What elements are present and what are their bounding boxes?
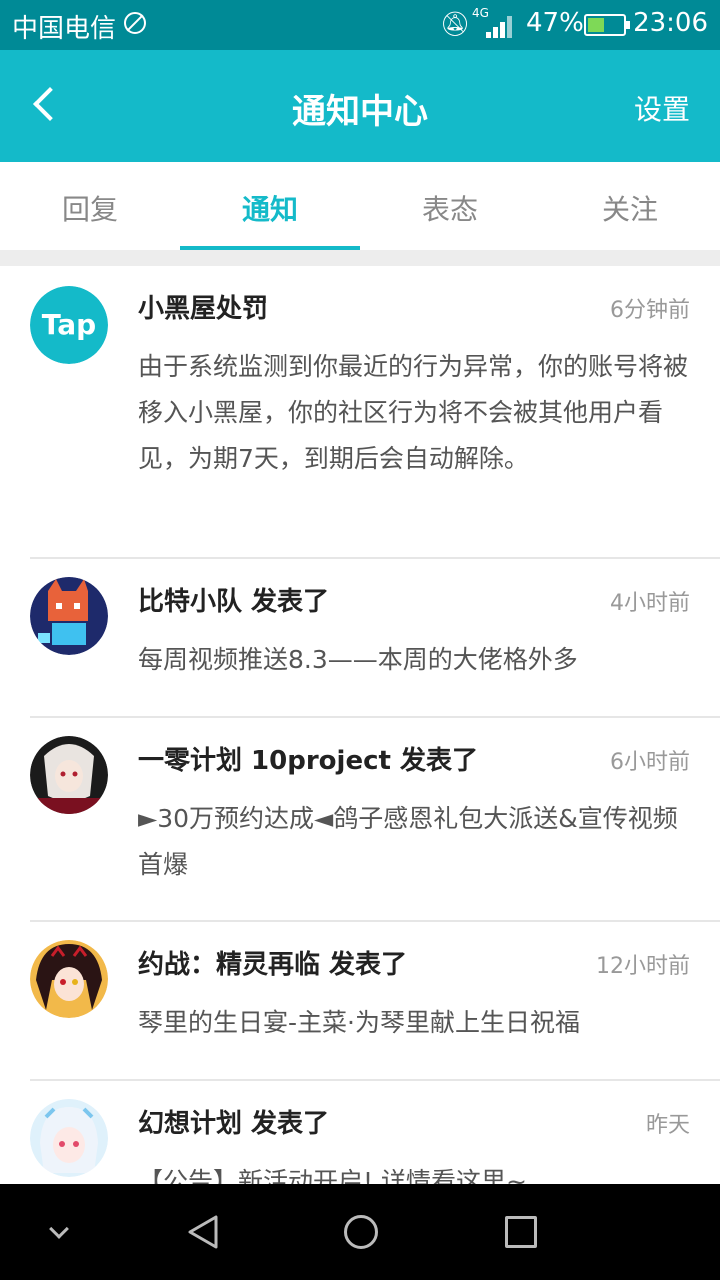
- tap-logo-avatar: Tap: [30, 286, 108, 364]
- notification-time: 昨天: [645, 1113, 690, 1138]
- recent-apps-square-icon[interactable]: [505, 1216, 537, 1248]
- tab-replies[interactable]: 回复: [0, 162, 180, 250]
- notification-time: 6小时前: [610, 750, 690, 775]
- tab-follows[interactable]: 关注: [540, 162, 720, 250]
- home-circle-icon[interactable]: [344, 1215, 378, 1249]
- clock: 23:06: [633, 8, 708, 38]
- battery-percentage: 47%: [526, 8, 584, 38]
- no-sim-icon: [124, 12, 146, 34]
- carrier-label: 中国电信: [12, 14, 117, 44]
- notification-title: 幻想计划 发表了: [138, 1109, 330, 1139]
- battery-icon: [584, 14, 630, 36]
- page-title: 通知中心: [292, 92, 428, 132]
- back-triangle-icon[interactable]: [186, 1214, 222, 1250]
- bit-squad-avatar: [30, 577, 108, 655]
- notification-body: 【公告】新活动开启! 详情看这里~: [138, 1167, 527, 1184]
- 10project-avatar: [30, 736, 108, 814]
- notification-body: ►30万预约达成◄鸽子感恩礼包大派送&宣传视频首爆: [138, 804, 678, 879]
- notification-body: 每周视频推送8.3——本周的大佬格外多: [138, 645, 578, 674]
- fantasy-plan-avatar: [30, 1099, 108, 1177]
- hide-nav-icon[interactable]: [49, 1219, 69, 1239]
- app-header: 通知中心 设置: [0, 50, 720, 162]
- battery-level-fill: [588, 18, 604, 32]
- notification-time: 4小时前: [610, 591, 690, 616]
- system-nav-bar: [0, 1184, 720, 1280]
- list-item[interactable]: 约战：精灵再临 发表了 12小时前 琴里的生日宴-主菜·为琴里献上生日祝福: [30, 922, 720, 1081]
- date-a-live-avatar: [30, 940, 108, 1018]
- notification-title: 一零计划 10project 发表了: [138, 746, 478, 776]
- tab-reactions[interactable]: 表态: [360, 162, 540, 250]
- section-divider: [0, 250, 720, 266]
- tab-bar: 回复 通知 表态 关注: [0, 162, 720, 250]
- tap-logo-text: Tap: [42, 308, 96, 341]
- notification-list[interactable]: Tap 小黑屋处罚 6分钟前 由于系统监测到你最近的行为异常，你的账号将被移入小…: [0, 266, 720, 1184]
- notification-time: 12小时前: [596, 954, 690, 979]
- status-bar: 中国电信 🔕︎ 4G 47% 23:06: [0, 0, 720, 50]
- notification-body: 由于系统监测到你最近的行为异常，你的账号将被移入小黑屋，你的社区行为将不会被其他…: [138, 352, 689, 473]
- notification-title: 约战：精灵再临 发表了: [138, 950, 408, 980]
- settings-button[interactable]: 设置: [634, 88, 690, 128]
- notification-body: 琴里的生日宴-主菜·为琴里献上生日祝福: [138, 1008, 580, 1037]
- notification-title: 小黑屋处罚: [138, 294, 269, 324]
- tab-notifications[interactable]: 通知: [180, 162, 360, 250]
- signal-icon: [480, 14, 512, 38]
- list-item[interactable]: 幻想计划 发表了 昨天 【公告】新活动开启! 详情看这里~: [30, 1081, 720, 1184]
- list-item[interactable]: Tap 小黑屋处罚 6分钟前 由于系统监测到你最近的行为异常，你的账号将被移入小…: [30, 266, 720, 559]
- list-item[interactable]: 一零计划 10project 发表了 6小时前 ►30万预约达成◄鸽子感恩礼包大…: [30, 718, 720, 922]
- notification-time: 6分钟前: [610, 298, 690, 323]
- mute-icon: 🔕︎: [440, 10, 471, 38]
- list-item[interactable]: 比特小队 发表了 4小时前 每周视频推送8.3——本周的大佬格外多: [30, 559, 720, 718]
- notification-title: 比特小队 发表了: [138, 587, 330, 617]
